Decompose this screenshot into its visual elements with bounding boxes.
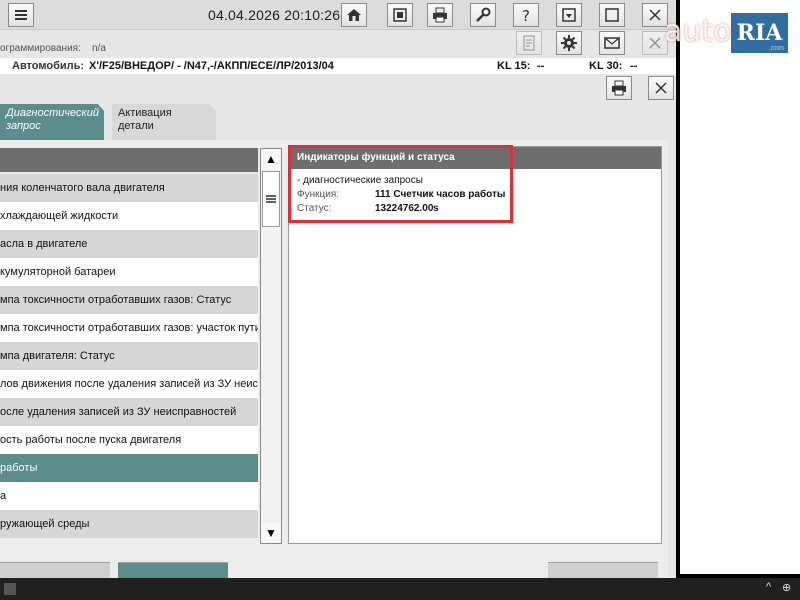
screen: 04.04.2026 20:10:26 ? ограммирования: n/… (0, 0, 800, 600)
taskbar: ^ ⊕ (0, 578, 800, 600)
mail-icon[interactable] (599, 31, 625, 55)
wrench-icon[interactable] (470, 3, 496, 27)
vehicle-row: Автомобиль: X'/F25/ВНЕДОР/ - /N47,-/АКПП… (0, 58, 676, 74)
scroll-thumb[interactable] (262, 171, 280, 227)
list-item[interactable]: а (0, 482, 258, 510)
download-icon[interactable] (556, 3, 582, 27)
vehicle-value: X'/F25/ВНЕДОР/ - /N47,-/АКПП/ECE/ЛР/2013… (89, 60, 334, 72)
list-item[interactable]: ость работы после пуска двигателя (0, 426, 258, 454)
bottom-button-active[interactable] (118, 562, 228, 578)
scroll-down-icon[interactable]: ▼ (261, 523, 281, 543)
scroll-up-icon[interactable]: ▲ (261, 149, 281, 169)
gear-icon[interactable] (556, 31, 582, 55)
blank-area (680, 0, 800, 578)
datetime: 04.04.2026 20:10:26 (208, 7, 341, 23)
menu-icon[interactable] (8, 3, 34, 27)
list-item[interactable]: асла в двигателе (0, 230, 258, 258)
tab-diagnostic-query[interactable]: Диагностический запрос (0, 104, 104, 142)
list-item[interactable]: ния коленчатого вала двигателя (0, 174, 258, 202)
chevron-up-icon[interactable]: ^ (766, 581, 771, 593)
print-icon[interactable] (427, 3, 453, 27)
kl30-label: KL 30: (589, 60, 623, 72)
globe-icon[interactable]: ⊕ (782, 581, 791, 594)
list-item-selected[interactable]: работы (0, 454, 258, 482)
bottom-button[interactable] (0, 562, 110, 578)
watermark-ria: RIA (736, 20, 783, 46)
help-icon[interactable]: ? (513, 3, 539, 27)
panel-print-icon[interactable] (606, 76, 632, 100)
list-item[interactable]: мпа токсичности отработавших газов: Стат… (0, 286, 258, 314)
status-row: ограммирования: n/a (0, 30, 676, 58)
watermark-logo: RIA .com (731, 13, 788, 53)
list-item[interactable]: мпа двигателя: Статус (0, 342, 258, 370)
watermark-com: .com (768, 45, 784, 52)
vehicle-label: Автомобиль: (12, 60, 85, 72)
programming-label: ограммирования: (0, 43, 81, 54)
list-header (0, 148, 258, 172)
list-item[interactable]: лов движения после удаления записей из З… (0, 370, 258, 398)
kl15-value: -- (537, 60, 545, 72)
list-item[interactable]: хлаждающей жидкости (0, 202, 258, 230)
home-icon[interactable] (341, 3, 367, 27)
bottom-button[interactable] (548, 562, 658, 578)
panel-close-icon[interactable] (648, 76, 674, 100)
tab-component-activation[interactable]: Активация детали (112, 104, 216, 140)
list-scrollbar[interactable]: ▲ ▼ (260, 148, 282, 544)
list-item[interactable]: ружающей среды (0, 510, 258, 538)
list-item[interactable]: мпа токсичности отработавших газов: учас… (0, 314, 258, 342)
kl30-value: -- (630, 60, 638, 72)
function-list: ния коленчатого вала двигателя хлаждающе… (0, 174, 258, 538)
vehicle-icon[interactable] (387, 3, 413, 27)
list-item[interactable]: осле удаления записей из ЗУ неисправност… (0, 398, 258, 426)
diagnostic-app: 04.04.2026 20:10:26 ? ограммирования: n/… (0, 0, 676, 578)
taskbar-button-icon[interactable] (4, 583, 16, 595)
panel-header (0, 74, 676, 102)
kl15-label: KL 15: (497, 60, 531, 72)
document-icon[interactable] (516, 31, 542, 55)
programming-value: n/a (92, 43, 106, 54)
watermark-auto: auto (664, 14, 732, 49)
top-toolbar: 04.04.2026 20:10:26 ? (0, 0, 676, 30)
list-item[interactable]: кумуляторной батареи (0, 258, 258, 286)
svg-text:?: ? (522, 7, 530, 24)
window-icon[interactable] (599, 3, 625, 27)
highlight-box (288, 145, 513, 223)
